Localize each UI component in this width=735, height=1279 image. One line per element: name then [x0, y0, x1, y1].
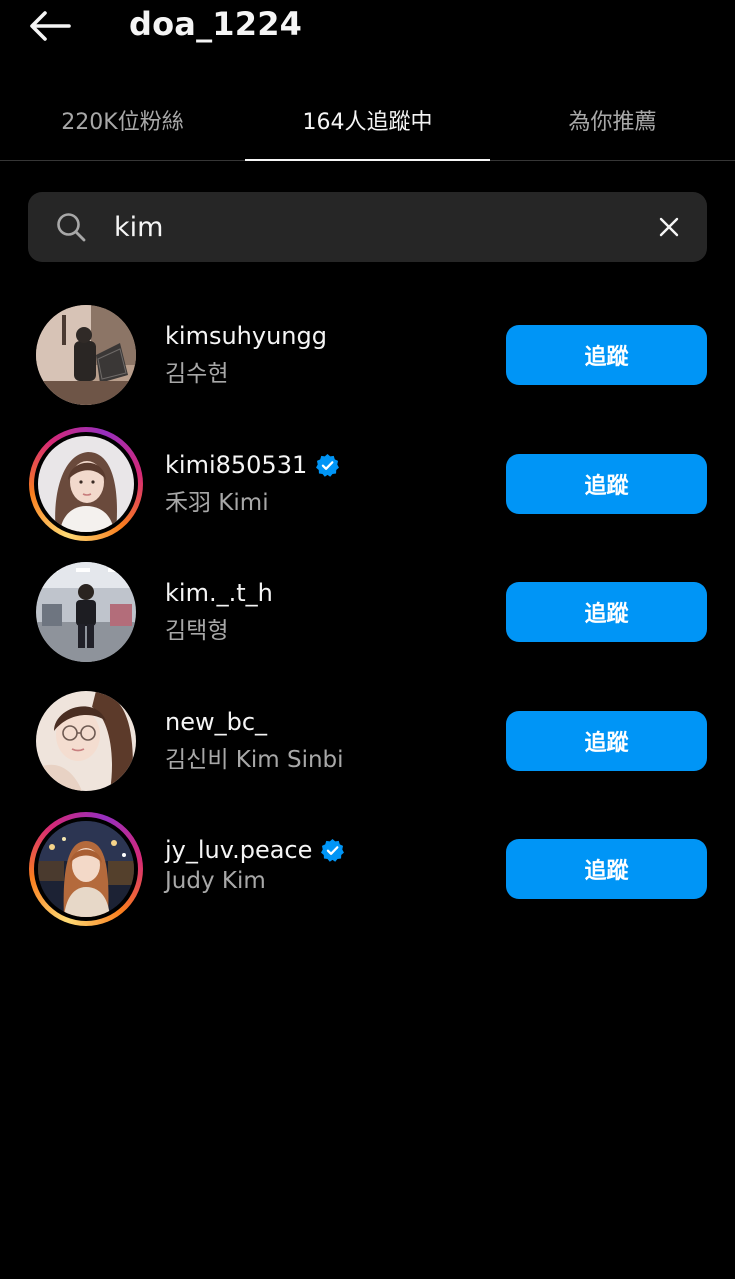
verified-badge-icon — [321, 838, 345, 862]
story-ring — [29, 427, 143, 541]
username[interactable]: kimsuhyungg — [165, 322, 327, 350]
tab-label: 220K位粉絲 — [61, 110, 184, 135]
full-name: 김신비 Kim Sinbi — [165, 747, 344, 773]
list-item[interactable]: jy_luv.peace Judy Kim 追蹤 — [0, 807, 735, 935]
list-item[interactable]: kim._.t_h 김택형 追蹤 — [0, 550, 735, 678]
user-info: kim._.t_h 김택형 — [165, 576, 485, 645]
back-button[interactable] — [26, 4, 74, 48]
follow-button[interactable]: 追蹤 — [506, 582, 707, 642]
avatar[interactable] — [38, 436, 134, 532]
tab-followers[interactable]: 220K位粉絲 — [0, 90, 245, 160]
follow-button[interactable]: 追蹤 — [506, 839, 707, 899]
full-name: 김수현 — [165, 361, 229, 387]
username[interactable]: jy_luv.peace — [165, 836, 312, 864]
avatar-container — [29, 684, 143, 798]
follow-button[interactable]: 追蹤 — [506, 325, 707, 385]
tab-suggested[interactable]: 為你推薦 — [490, 90, 735, 160]
avatar-image — [38, 436, 134, 532]
username[interactable]: new_bc_ — [165, 708, 267, 736]
avatar[interactable] — [36, 691, 136, 791]
list-item[interactable]: kimi850531 禾羽 Kimi 追蹤 — [0, 422, 735, 550]
clear-search-button[interactable] — [653, 211, 685, 243]
avatar-container — [29, 555, 143, 669]
avatar[interactable] — [36, 562, 136, 662]
page-title: doa_1224 — [129, 5, 303, 43]
tab-following[interactable]: 164人追蹤中 — [245, 90, 490, 161]
top-bar: doa_1224 — [0, 0, 735, 60]
search-bar — [28, 192, 707, 262]
user-info: kimi850531 禾羽 Kimi — [165, 448, 485, 517]
search-input[interactable] — [114, 205, 634, 249]
full-name: 김택형 — [165, 618, 229, 644]
tab-label: 164人追蹤中 — [302, 110, 433, 135]
close-icon — [659, 217, 679, 237]
tab-bar: 220K位粉絲 164人追蹤中 為你推薦 — [0, 90, 735, 161]
username[interactable]: kimi850531 — [165, 451, 307, 479]
avatar-image — [36, 562, 136, 662]
avatar-image — [36, 691, 136, 791]
arrow-left-icon — [30, 11, 71, 41]
follow-button[interactable]: 追蹤 — [506, 454, 707, 514]
story-ring — [29, 812, 143, 926]
avatar-image — [36, 305, 136, 405]
avatar[interactable] — [38, 821, 134, 917]
active-tab-indicator — [245, 159, 490, 161]
verified-badge-icon — [316, 453, 340, 477]
user-info: kimsuhyungg 김수현 — [165, 319, 485, 388]
avatar[interactable] — [36, 305, 136, 405]
list-item[interactable]: new_bc_ 김신비 Kim Sinbi 追蹤 — [0, 679, 735, 807]
search-icon — [57, 213, 86, 242]
avatar-image — [38, 821, 134, 917]
full-name: 禾羽 Kimi — [165, 490, 269, 516]
full-name: Judy Kim — [165, 868, 266, 894]
tab-label: 為你推薦 — [568, 110, 657, 135]
user-info: jy_luv.peace Judy Kim — [165, 833, 485, 894]
avatar-container — [29, 298, 143, 412]
user-info: new_bc_ 김신비 Kim Sinbi — [165, 705, 485, 774]
list-item[interactable]: kimsuhyungg 김수현 追蹤 — [0, 293, 735, 421]
username[interactable]: kim._.t_h — [165, 579, 273, 607]
follow-button[interactable]: 追蹤 — [506, 711, 707, 771]
